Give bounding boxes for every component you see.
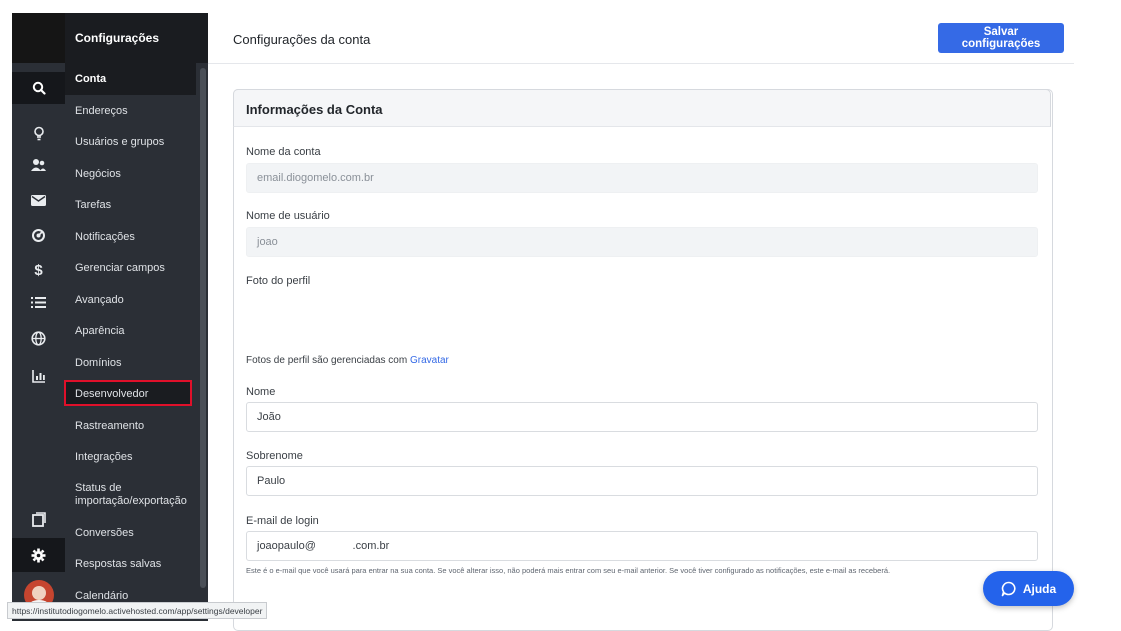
- gravatar-note-text: Fotos de perfil são gerenciadas com: [246, 355, 408, 366]
- automation-icon[interactable]: [12, 219, 65, 251]
- first-name-label: Nome: [246, 386, 276, 398]
- menu-item-conversoes[interactable]: Conversões: [75, 527, 134, 540]
- login-email-help: Este é o e-mail que você usará para entr…: [246, 566, 891, 575]
- menu-item-negocios[interactable]: Negócios: [75, 168, 121, 181]
- menu-item-aparencia[interactable]: Aparência: [75, 325, 125, 338]
- login-email-label: E-mail de login: [246, 515, 319, 527]
- menu-item-avancado[interactable]: Avançado: [75, 294, 124, 307]
- page-title: Configurações da conta: [233, 32, 371, 47]
- help-button[interactable]: Ajuda: [983, 571, 1074, 606]
- menu-title: Configurações: [75, 31, 160, 45]
- menu-item-notificacoes[interactable]: Notificações: [75, 231, 135, 244]
- menu-item-integracoes[interactable]: Integrações: [75, 451, 132, 464]
- gravatar-link[interactable]: Gravatar: [410, 355, 449, 366]
- account-name-field: email.diogomelo.com.br: [246, 163, 1038, 193]
- list-icon[interactable]: [12, 286, 65, 318]
- menu-scrollbar[interactable]: [200, 68, 206, 588]
- save-settings-button[interactable]: Salvar configurações: [938, 23, 1064, 53]
- status-bar-url: https://institutodiogomelo.activehosted.…: [7, 602, 268, 619]
- menu-item-usuarios-grupos[interactable]: Usuários e grupos: [75, 136, 164, 149]
- help-button-label: Ajuda: [1022, 581, 1057, 596]
- menu-item-rastreamento[interactable]: Rastreamento: [75, 420, 144, 433]
- username-label: Nome de usuário: [246, 210, 330, 222]
- menu-item-tarefas[interactable]: Tarefas: [75, 199, 111, 212]
- contacts-icon[interactable]: [12, 149, 65, 181]
- search-icon[interactable]: [12, 72, 65, 104]
- lightbulb-icon[interactable]: [12, 117, 65, 149]
- profile-photo-label: Foto do perfil: [246, 275, 311, 287]
- menu-item-gerenciar-campos[interactable]: Gerenciar campos: [75, 262, 165, 275]
- menu-item-conta[interactable]: Conta: [75, 73, 106, 86]
- header-divider: [208, 63, 1074, 64]
- mail-icon[interactable]: [12, 184, 65, 216]
- avatar-face: [32, 586, 46, 600]
- pages-icon[interactable]: [12, 503, 65, 535]
- login-email-field[interactable]: joaopaulo@ .com.br: [246, 531, 1038, 561]
- gravatar-note: Fotos de perfil são gerenciadas com Grav…: [246, 355, 449, 366]
- menu-item-desenvolvedor[interactable]: Desenvolvedor: [75, 388, 148, 401]
- chat-bubble-icon: [1001, 581, 1016, 596]
- globe-icon[interactable]: [12, 322, 65, 354]
- menu-item-dominios[interactable]: Domínios: [75, 357, 121, 370]
- dollar-icon[interactable]: $: [12, 254, 65, 286]
- username-field: joao: [246, 227, 1038, 257]
- menu-item-status-importacao[interactable]: Status de importação/exportação: [75, 482, 200, 508]
- account-name-label: Nome da conta: [246, 146, 321, 158]
- logo-area: [12, 13, 65, 63]
- card-title: Informações da Conta: [246, 102, 383, 117]
- menu-item-enderecos[interactable]: Endereços: [75, 105, 128, 118]
- reports-icon[interactable]: [12, 360, 65, 392]
- last-name-label: Sobrenome: [246, 450, 303, 462]
- last-name-field[interactable]: Paulo: [246, 466, 1038, 496]
- first-name-field[interactable]: João: [246, 402, 1038, 432]
- menu-item-respostas-salvas[interactable]: Respostas salvas: [75, 558, 161, 571]
- gear-icon[interactable]: [12, 538, 65, 572]
